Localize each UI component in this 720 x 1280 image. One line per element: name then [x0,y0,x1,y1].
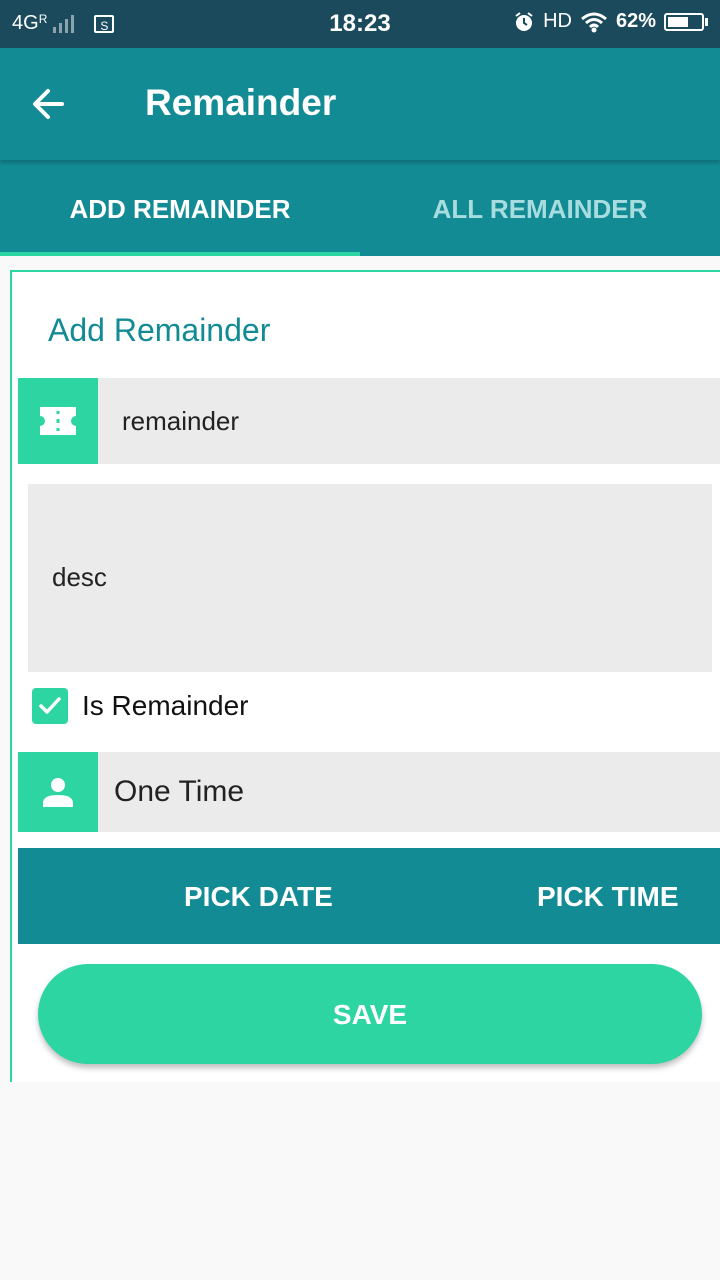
section-title: Add Remainder [48,312,271,348]
description-field[interactable]: desc [28,484,712,672]
add-remainder-card: Add Remainder remainder desc Is Remainde… [10,270,720,1082]
wifi-icon [581,12,607,32]
battery-icon [664,12,708,31]
frequency-value: One Time [114,775,245,808]
ticket-icon [18,378,98,464]
page-title: Remainder [145,82,337,123]
pick-time-button[interactable]: PICK TIME [537,848,679,944]
is-remainder-label: Is Remainder [82,690,249,721]
tab-add-remainder[interactable]: ADD REMAINDER [0,160,360,256]
hd-indicator: HD [543,10,572,32]
active-tab-indicator [0,252,360,256]
battery-percent: 62% [615,10,656,32]
arrow-left-icon [33,89,64,119]
check-icon [32,688,68,724]
remainder-name-field[interactable]: remainder [18,378,720,464]
person-icon [18,752,98,832]
status-right: HD 62% [513,10,708,33]
app-bar: Remainder [0,48,720,160]
is-remainder-checkbox[interactable]: Is Remainder [32,686,249,726]
frequency-field[interactable]: One Time [18,752,720,832]
remainder-name-value: remainder [122,405,240,436]
pick-date-button[interactable]: PICK DATE [184,848,333,944]
back-button[interactable] [28,84,84,124]
tab-all-remainder[interactable]: ALL REMAINDER [360,160,720,256]
description-value: desc [52,562,107,592]
alarm-icon [515,11,533,31]
battery-fill [668,16,688,27]
tab-bar: ADD REMAINDER ALL REMAINDER [0,160,720,256]
pick-date-time-bar: PICK DATE PICK TIME [18,848,720,944]
status-bar: 4G R S 18:23 HD 62% [0,0,720,48]
save-button[interactable]: SAVE [38,964,702,1064]
